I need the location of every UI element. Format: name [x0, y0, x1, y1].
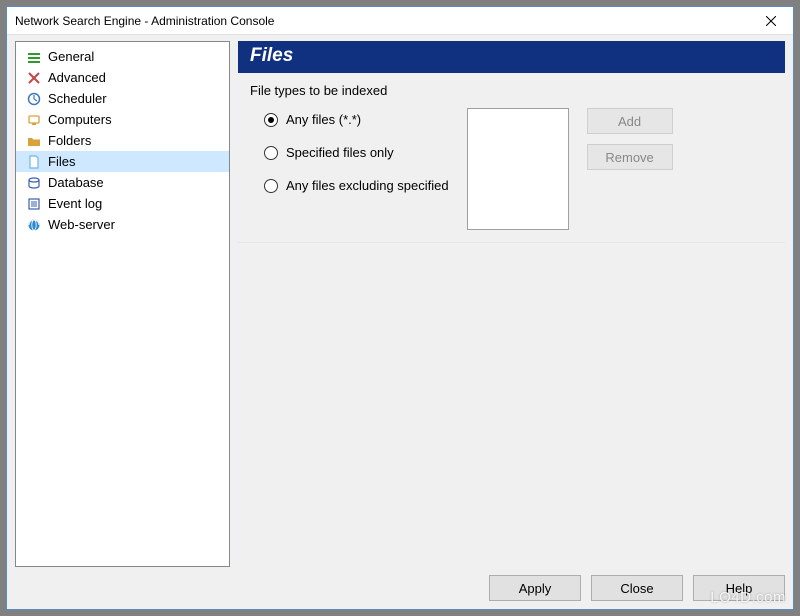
sidebar-item-label: Web-server	[48, 217, 115, 232]
sidebar-item-label: Scheduler	[48, 91, 107, 106]
general-icon	[26, 49, 42, 65]
file-types-panel: File types to be indexed Any files (*.*)…	[238, 73, 785, 243]
footer: Apply Close Help	[15, 567, 785, 601]
radio-option-2[interactable]: Any files excluding specified	[264, 178, 449, 193]
list-column	[467, 108, 569, 230]
advanced-icon	[26, 70, 42, 86]
radio-label: Specified files only	[286, 145, 394, 160]
sidebar-item-scheduler[interactable]: Scheduler	[16, 88, 229, 109]
sidebar-item-files[interactable]: Files	[16, 151, 229, 172]
file-types-listbox[interactable]	[467, 108, 569, 230]
page-title: Files	[238, 41, 785, 73]
folders-icon	[26, 133, 42, 149]
sidebar-item-computers[interactable]: Computers	[16, 109, 229, 130]
radio-label: Any files excluding specified	[286, 178, 449, 193]
close-button[interactable]: Close	[591, 575, 683, 601]
radio-icon	[264, 179, 278, 193]
radio-label: Any files (*.*)	[286, 112, 361, 127]
remove-button[interactable]: Remove	[587, 144, 673, 170]
event-log-icon	[26, 196, 42, 212]
sidebar-item-label: Advanced	[48, 70, 106, 85]
sidebar-item-database[interactable]: Database	[16, 172, 229, 193]
sidebar-item-folders[interactable]: Folders	[16, 130, 229, 151]
radio-option-0[interactable]: Any files (*.*)	[264, 112, 449, 127]
database-icon	[26, 175, 42, 191]
computers-icon	[26, 112, 42, 128]
sidebar-item-event-log[interactable]: Event log	[16, 193, 229, 214]
radio-icon	[264, 113, 278, 127]
web-server-icon	[26, 217, 42, 233]
radio-icon	[264, 146, 278, 160]
main-row: General Advanced Scheduler Computers Folders…	[15, 41, 785, 567]
section-label: File types to be indexed	[250, 83, 773, 98]
sidebar-item-label: Folders	[48, 133, 91, 148]
sidebar-item-advanced[interactable]: Advanced	[16, 67, 229, 88]
titlebar: Network Search Engine - Administration C…	[7, 7, 793, 35]
app-window: Network Search Engine - Administration C…	[6, 6, 794, 610]
sidebar[interactable]: General Advanced Scheduler Computers Folders…	[15, 41, 230, 567]
sidebar-item-label: General	[48, 49, 94, 64]
window-title: Network Search Engine - Administration C…	[15, 14, 749, 28]
radio-group: Any files (*.*) Specified files only Any f…	[250, 108, 449, 211]
help-button[interactable]: Help	[693, 575, 785, 601]
scheduler-icon	[26, 91, 42, 107]
close-icon[interactable]	[749, 7, 793, 35]
sidebar-item-label: Files	[48, 154, 75, 169]
sidebar-item-label: Event log	[48, 196, 102, 211]
sidebar-item-label: Computers	[48, 112, 112, 127]
sidebar-item-general[interactable]: General	[16, 46, 229, 67]
list-buttons: Add Remove	[587, 108, 673, 170]
sidebar-item-label: Database	[48, 175, 104, 190]
apply-button[interactable]: Apply	[489, 575, 581, 601]
content-pane: Files File types to be indexed Any files…	[238, 41, 785, 567]
radio-option-1[interactable]: Specified files only	[264, 145, 449, 160]
sidebar-item-web-server[interactable]: Web-server	[16, 214, 229, 235]
files-icon	[26, 154, 42, 170]
panel-body: Any files (*.*) Specified files only Any f…	[250, 108, 773, 230]
client-area: General Advanced Scheduler Computers Folders…	[7, 35, 793, 609]
add-button[interactable]: Add	[587, 108, 673, 134]
